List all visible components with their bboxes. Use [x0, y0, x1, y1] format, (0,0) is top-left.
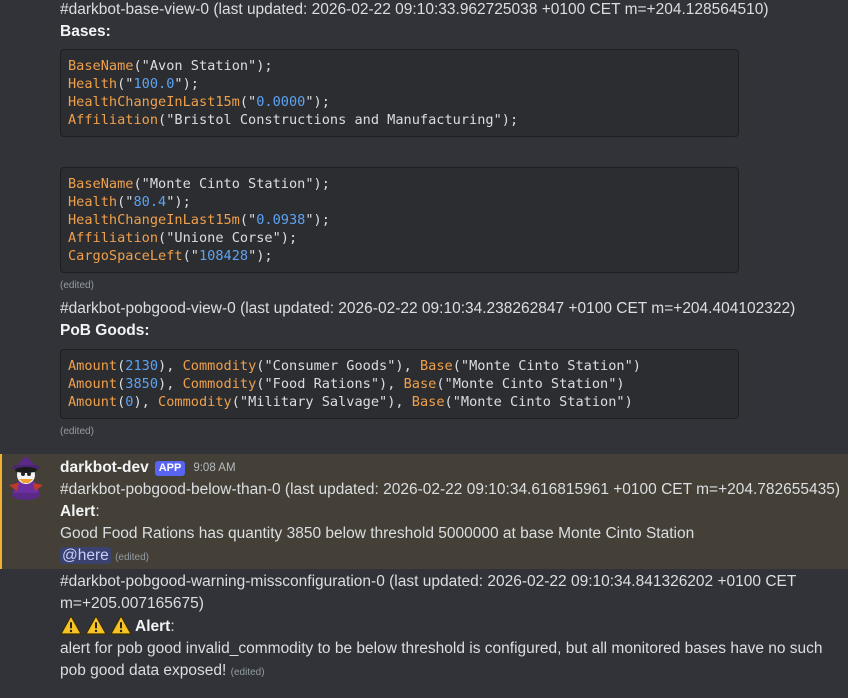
code-line: BaseName("Avon Station");: [68, 57, 731, 75]
code-line: Amount(2130), Commodity("Consumer Goods"…: [68, 357, 731, 375]
code-line: BaseName("Monte Cinto Station");: [68, 175, 731, 193]
code-function: HealthChangeInLast15m: [68, 212, 240, 228]
code-text: ("Bristol Constructions and Manufacturin…: [158, 112, 519, 128]
edited-label: (edited): [60, 280, 94, 291]
code-function: Commodity: [182, 358, 257, 374]
timestamp[interactable]: 9:08 AM: [193, 462, 235, 474]
code-function: Commodity: [182, 376, 257, 392]
alert-label: Alert: [60, 503, 96, 520]
code-function: Amount: [68, 394, 118, 410]
code-number: 2130: [125, 358, 159, 374]
chat-messages: #darkbot-base-view-0 (last updated: 2026…: [0, 0, 848, 698]
code-line: Affiliation("Bristol Constructions and M…: [68, 111, 731, 129]
warning-icon: [110, 615, 132, 635]
code-text: ("Food Rations"),: [256, 376, 404, 392]
message-title: #darkbot-pobgood-view-0 (last updated: 2…: [60, 300, 796, 317]
alert-body: alert for pob good invalid_commodity to …: [60, 638, 828, 682]
code-line: Amount(0), Commodity("Military Salvage")…: [68, 393, 731, 411]
code-number: 108428: [198, 248, 249, 264]
code-text: ("Monte Cinto Station");: [133, 176, 330, 192]
code-function: HealthChangeInLast15m: [68, 94, 240, 110]
message-header: darkbot-dev APP 9:08 AM: [60, 457, 828, 479]
code-function: CargoSpaceLeft: [68, 248, 183, 264]
here-mention[interactable]: @here: [60, 547, 111, 564]
code-line: HealthChangeInLast15m("0.0938");: [68, 211, 731, 229]
code-line: Affiliation("Unione Corse");: [68, 229, 731, 247]
code-text: ("Unione Corse");: [158, 230, 298, 246]
code-text: ");: [305, 94, 330, 110]
code-number: 0.0000: [256, 94, 306, 110]
code-number: 3850: [125, 376, 159, 392]
message-title: #darkbot-pobgood-below-than-0 (last upda…: [60, 481, 841, 498]
alert-colon: :: [170, 618, 175, 635]
code-text: ("Monte Cinto Station"): [444, 394, 633, 410]
duck-avatar[interactable]: [3, 455, 49, 501]
code-block-pob-goods[interactable]: Amount(2130), Commodity("Consumer Goods"…: [60, 349, 739, 419]
code-text: ("Monte Cinto Station"): [436, 376, 625, 392]
code-block-monte-cinto[interactable]: BaseName("Monte Cinto Station"); Health("…: [60, 167, 739, 273]
warning-icon: [85, 615, 107, 635]
message-pobgood-below-than: darkbot-dev APP 9:08 AM #darkbot-pobgood…: [0, 454, 848, 569]
edited-label: (edited): [115, 552, 149, 563]
code-text: ");: [174, 76, 199, 92]
code-text: (": [117, 194, 134, 210]
code-line: Health("100.0");: [68, 75, 731, 93]
username[interactable]: darkbot-dev: [60, 459, 149, 477]
code-line: Health("80.4");: [68, 193, 731, 211]
code-line: Amount(3850), Commodity("Food Rations"),…: [68, 375, 731, 393]
alert-body: Good Food Rations has quantity 3850 belo…: [60, 525, 695, 542]
code-text: (": [182, 248, 199, 264]
code-function: Affiliation: [68, 112, 159, 128]
mention-line: @here (edited): [60, 545, 828, 567]
code-function: Health: [68, 194, 118, 210]
code-text: ");: [248, 248, 273, 264]
app-badge: APP: [154, 460, 186, 476]
code-function: Base: [411, 394, 445, 410]
code-text: ("Avon Station");: [133, 58, 273, 74]
edited-label: (edited): [60, 426, 94, 437]
code-function: Amount: [68, 376, 118, 392]
code-line: HealthChangeInLast15m("0.0000");: [68, 93, 731, 111]
edited-label: (edited): [230, 667, 265, 678]
code-text: ("Consumer Goods"),: [256, 358, 420, 374]
alert-label: Alert: [135, 618, 171, 635]
alert-line: Alert:: [60, 501, 828, 523]
message-base-view: #darkbot-base-view-0 (last updated: 2026…: [0, 0, 848, 293]
code-text: (": [117, 76, 134, 92]
code-line: CargoSpaceLeft("108428");: [68, 247, 731, 265]
code-function: Health: [68, 76, 118, 92]
code-number: 80.4: [133, 194, 167, 210]
code-text: ),: [158, 358, 183, 374]
code-function: Commodity: [158, 394, 232, 410]
alert-colon: :: [95, 503, 100, 520]
code-function: Affiliation: [68, 230, 159, 246]
alert-line: Alert:: [60, 615, 828, 638]
code-number: 100.0: [133, 76, 175, 92]
code-text: (": [239, 212, 257, 228]
pob-goods-heading: PoB Goods:: [60, 322, 150, 339]
code-function: Base: [403, 376, 437, 392]
message-pobgood-view: #darkbot-pobgood-view-0 (last updated: 2…: [0, 298, 848, 439]
code-function: Amount: [68, 358, 118, 374]
code-text: ),: [133, 394, 159, 410]
code-text: ");: [166, 194, 191, 210]
code-number: 0.0938: [256, 212, 306, 228]
message-title: #darkbot-pobgood-warning-missconfigurati…: [60, 573, 797, 612]
message-pobgood-warning: #darkbot-pobgood-warning-missconfigurati…: [0, 571, 848, 682]
warning-icon: [60, 615, 82, 635]
code-function: BaseName: [68, 58, 134, 74]
code-function: Base: [419, 358, 453, 374]
code-text: (": [239, 94, 257, 110]
code-function: BaseName: [68, 176, 134, 192]
message-title: #darkbot-base-view-0 (last updated: 2026…: [60, 1, 769, 18]
code-text: ),: [158, 376, 183, 392]
alert-body-text: alert for pob good invalid_commodity to …: [60, 640, 823, 679]
code-text: ("Military Salvage"),: [231, 394, 412, 410]
code-block-avon[interactable]: BaseName("Avon Station"); Health("100.0")…: [60, 49, 739, 137]
code-text: ");: [305, 212, 330, 228]
bases-heading: Bases:: [60, 23, 111, 40]
code-text: ("Monte Cinto Station"): [452, 358, 641, 374]
